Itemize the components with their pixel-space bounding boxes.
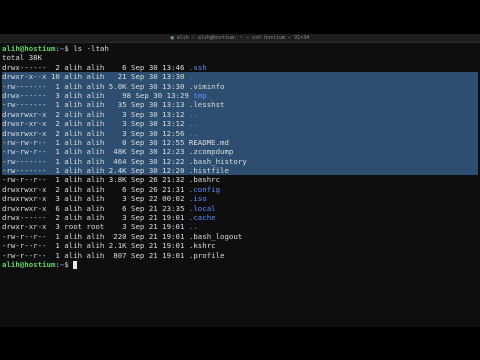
row-meta: drwx------ 2 alih alih 6 Sep 30 13:46 [2,62,189,72]
window-title: alih — alih@hostium: ~ — ssh hostium — 9… [176,35,310,41]
row-meta: -rw-r--r-- 1 alih alih 3.8K Sep 26 21:32 [2,175,189,185]
row-meta: drwxrwxr-x 2 alih alih 3 Sep 30 12:56 [2,128,189,138]
listing-row: drwxrwxr-x 3 alih alih 3 Sep 22 00:02 .i… [2,194,478,203]
row-filename: .profile [188,250,225,260]
row-meta: -rw------- 1 alih alih 464 Sep 30 12:22 [2,156,189,166]
listing-row: -rw-r--r-- 1 alih alih 220 Sep 21 19:01 … [2,232,478,241]
listing-row: -rw------- 1 alih alih 35 Sep 30 13:13 .… [2,100,478,110]
listing-row: -rw-rw-r-- 1 alih alih 0 Sep 30 12:55 RE… [2,137,478,148]
row-meta: -rw-rw-r-- 1 alih alih 0 Sep 30 12:55 [2,137,189,147]
row-meta: -rw-rw-r-- 1 alih alih 48K Sep 30 12:23 [2,147,189,157]
command-text: ls -ltah [68,44,109,53]
row-filename: .. [188,109,198,119]
terminal-output[interactable]: alih@hostium:~$ ls -ltah total 38K drwx-… [2,44,478,269]
total-line: total 38K [2,53,43,63]
row-meta: drwxr-xr-x 2 alih alih 3 Sep 30 13:12 [2,119,189,129]
row-filename: .. [188,222,198,232]
row-meta: drwx------ 3 alih alih 98 Sep 30 13:29 [2,90,194,100]
listing-row: -rw------- 1 alih alih 5.0K Sep 30 13:30… [2,81,478,91]
row-meta: -rw-r--r-- 1 alih alih 220 Sep 21 19:01 [2,231,189,241]
row-filename: .config [188,184,221,194]
row-filename: .viminfo [188,81,225,91]
row-meta: -rw------- 1 alih alih 35 Sep 30 13:13 [2,100,189,110]
row-meta: -rw-r--r-- 1 alih alih 2.1K Sep 21 19:01 [2,241,189,251]
row-meta: drwxrwxr-x 6 alih alih 6 Sep 21 23:35 [2,203,189,213]
row-filename: .kshrc [188,241,216,251]
row-filename: .. [188,119,198,129]
prompt-user: alih@hostium [2,259,56,269]
listing-row: drwxrwxr-x 2 alih alih 3 Sep 30 13:12 .. [2,109,478,120]
listing-row: -rw-rw-r-- 1 alih alih 48K Sep 30 12:23 … [2,147,478,157]
prompt-user: alih@hostium [2,44,56,53]
row-filename: .ssh [188,62,207,72]
row-filename: .bash_logout [188,231,243,241]
listing-row: -rw------- 1 alih alih 464 Sep 30 12:22 … [2,156,478,167]
row-meta: drwx------ 2 alih alih 3 Sep 21 19:01 [2,213,189,223]
row-filename: README.md [188,137,229,147]
row-meta: drwxrwxr-x 2 alih alih 6 Sep 26 21:31 [2,184,189,194]
row-meta: drwxrwxr-x 2 alih alih 3 Sep 30 13:12 [2,109,189,119]
prompt-line[interactable]: alih@hostium:~$ [2,260,478,269]
listing-row: drwx------ 2 alih alih 6 Sep 30 13:46 .s… [2,63,478,72]
listing-row: -rw-r--r-- 1 alih alih 2.1K Sep 21 19:01… [2,241,478,250]
text-cursor [73,260,78,269]
listing-row: -rw-r--r-- 1 alih alih 807 Sep 21 19:01 … [2,251,478,260]
listing-row: drwxr-x--x 10 alih alih 21 Sep 30 13:30 … [2,72,478,82]
row-filename: .cache [188,213,216,223]
title-bar[interactable]: ▣ alih — alih@hostium: ~ — ssh hostium —… [0,34,480,43]
row-meta: -rw------- 1 alih alih 5.0K Sep 30 13:30 [2,81,189,91]
listing-row: -rw-r--r-- 1 alih alih 3.8K Sep 26 21:32… [2,175,478,184]
command-line: alih@hostium:~$ ls -ltah [2,44,109,53]
row-filename: . [188,72,194,82]
listing-row: drwxrwxr-x 2 alih alih 3 Sep 30 12:56 .. [2,128,478,138]
row-filename: .histfile [188,166,229,176]
row-filename: tmp [193,90,207,100]
terminal-window[interactable]: ▣ alih — alih@hostium: ~ — ssh hostium —… [0,34,480,327]
terminal-icon: ▣ [170,35,174,41]
listing-row: drwxrwxr-x 2 alih alih 6 Sep 26 21:31 .c… [2,185,478,194]
row-filename: .lesshst [188,100,225,110]
row-meta: drwxr-x--x 10 alih alih 21 Sep 30 13:30 [2,72,189,82]
row-filename: .local [188,203,216,213]
row-meta: drwxr-xr-x 3 root root 3 Sep 21 19:01 [2,222,189,232]
row-filename: .bash_history [188,156,247,166]
row-meta: drwxrwxr-x 3 alih alih 3 Sep 22 00:02 [2,194,189,204]
listing-row: drwxrwxr-x 6 alih alih 6 Sep 21 23:35 .l… [2,204,478,213]
row-filename: .zcompdump [188,147,234,157]
listing-row: drwxr-xr-x 3 root root 3 Sep 21 19:01 .. [2,222,478,231]
row-filename: .. [188,128,198,138]
row-filename: .bashrc [188,175,221,185]
listing-row: drwx------ 2 alih alih 3 Sep 21 19:01 .c… [2,213,478,222]
listing-row: drwxr-xr-x 2 alih alih 3 Sep 30 13:12 .. [2,119,478,129]
row-meta: -rw-r--r-- 1 alih alih 807 Sep 21 19:01 [2,250,189,260]
row-filename: .iso [188,194,207,204]
row-meta: -rw------- 1 alih alih 2.4K Sep 30 12:20 [2,166,189,176]
listing-row: drwx------ 3 alih alih 98 Sep 30 13:29 t… [2,90,478,101]
